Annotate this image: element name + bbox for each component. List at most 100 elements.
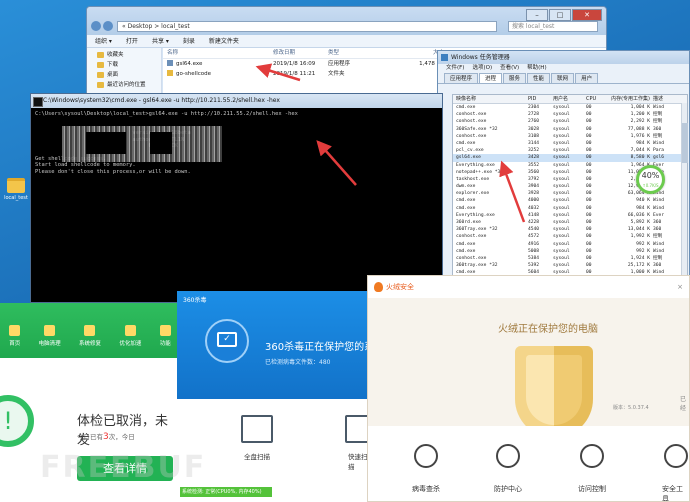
- process-cell: 4916: [528, 241, 540, 247]
- process-row[interactable]: cmd.exe 2304 sysoul 00 1,004 K Wind: [453, 104, 687, 111]
- process-cell: sysoul: [553, 263, 570, 269]
- tab-users[interactable]: 用户: [575, 73, 599, 83]
- process-row[interactable]: cmd.exe 3144 sysoul 00 984 K Wind: [453, 140, 687, 147]
- process-row[interactable]: conhost.exe 5384 sysoul 00 1,924 K 控制: [453, 255, 687, 262]
- toolbar-burn[interactable]: 刻录: [183, 35, 195, 47]
- sidebar-item-recent[interactable]: 最近访问的位置: [97, 80, 161, 90]
- process-cell: sysoul: [553, 112, 570, 118]
- full-scan-label[interactable]: 全盘扫描: [244, 451, 270, 461]
- virus-scan-icon[interactable]: [414, 444, 438, 468]
- nav-item-features[interactable]: 功能: [159, 325, 171, 358]
- column-image-name[interactable]: 映像名称: [453, 95, 528, 103]
- feature-security-tools[interactable]: 安全工具: [662, 484, 689, 501]
- sidebar-item-favorites[interactable]: 收藏夹: [97, 50, 161, 60]
- process-cell: 2,292 K: [630, 119, 650, 125]
- process-row[interactable]: conhost.exe 4572 sysoul 00 1,992 K 控制: [453, 233, 687, 240]
- full-scan-icon[interactable]: [241, 415, 273, 443]
- process-row[interactable]: cmd.exe 4916 sysoul 00 992 K Wind: [453, 241, 687, 248]
- pc-guard-nav: 首页 电脑清理 系统修复 优化加速 功能: [0, 303, 180, 358]
- sidebar-item-downloads[interactable]: 下载: [97, 60, 161, 70]
- tab-networking[interactable]: 联网: [551, 73, 575, 83]
- address-bar[interactable]: « Desktop > local_test: [117, 21, 497, 32]
- process-cell: 00: [586, 126, 592, 132]
- column-memory[interactable]: 内存(专用工作集): [601, 95, 653, 103]
- process-row[interactable]: Everything.exe 4148 sysoul 00 66,036 K Ever: [453, 212, 687, 219]
- tab-performance[interactable]: 性能: [527, 73, 551, 83]
- protection-center-icon[interactable]: [496, 444, 520, 468]
- nav-item-speedup[interactable]: 优化加速: [119, 325, 141, 358]
- process-cell: sysoul: [553, 255, 570, 261]
- feature-access-control[interactable]: 访问控制: [578, 484, 606, 494]
- process-cell: 4572: [528, 234, 540, 240]
- column-pid[interactable]: PID: [528, 95, 553, 103]
- process-cell: 3552: [528, 162, 540, 168]
- desktop-folder-icon[interactable]: local_test: [3, 178, 29, 201]
- process-cell: taskhost.exe: [456, 176, 490, 182]
- process-row[interactable]: 360rd.exe 4228 sysoul 00 5,892 K 360: [453, 219, 687, 226]
- process-cell: 5392: [528, 263, 540, 269]
- nav-item-clean[interactable]: 电脑清理: [39, 325, 61, 358]
- process-row[interactable]: pcl_cv.exe 3252 sysoul 00 7,044 K Para: [453, 147, 687, 154]
- menu-options[interactable]: 选项(O): [472, 64, 492, 73]
- toolbar-organize[interactable]: 组织 ▾: [95, 35, 112, 47]
- process-row[interactable]: gsl64.exe 3428 sysoul 00 8,580 Kgsl6: [453, 154, 687, 162]
- gauge-speed: ↑0.7K/S: [642, 183, 659, 188]
- close-button[interactable]: ✕: [572, 9, 602, 21]
- toolbar-share[interactable]: 共享 ▾: [152, 35, 169, 47]
- column-date[interactable]: 修改日期: [273, 48, 328, 58]
- feature-protection-center[interactable]: 防护中心: [494, 484, 522, 494]
- column-user[interactable]: 用户名: [553, 95, 586, 103]
- menu-file[interactable]: 文件(F): [446, 64, 464, 73]
- process-cell: 5,892 K: [630, 220, 650, 225]
- process-row[interactable]: 360tray.exe *32 5392 sysoul 00 25,172 K 360: [453, 262, 687, 269]
- menu-view[interactable]: 查看(V): [500, 64, 519, 73]
- menu-help[interactable]: 帮助(H): [527, 64, 546, 73]
- close-icon[interactable]: ×: [677, 276, 683, 298]
- nav-label: 电脑清理: [38, 341, 61, 347]
- process-scrollbar[interactable]: [681, 103, 688, 278]
- scrollbar-thumb[interactable]: [682, 123, 688, 163]
- explorer-titlebar: – □ ✕ « Desktop > local_test 搜索 local_te…: [87, 7, 606, 35]
- file-date: 2019/1/8 16:09: [273, 61, 316, 67]
- process-row[interactable]: cmd.exe 4032 sysoul 00 984 K Wind: [453, 205, 687, 212]
- maximize-button[interactable]: □: [549, 9, 571, 21]
- access-control-icon[interactable]: [580, 444, 604, 468]
- toolbar-open[interactable]: 打开: [126, 35, 138, 47]
- process-row[interactable]: 360Safe.exe *32 3028 sysoul 00 77,088 K 360: [453, 126, 687, 133]
- process-cell: 00: [586, 169, 592, 175]
- column-name[interactable]: 名称: [163, 48, 273, 58]
- process-row[interactable]: cmd.exe 5008 sysoul 00 992 K Wind: [453, 248, 687, 255]
- search-input[interactable]: 搜索 local_test: [508, 21, 598, 32]
- column-description[interactable]: 描述: [653, 95, 687, 103]
- security-tools-icon[interactable]: [664, 444, 688, 468]
- process-row[interactable]: 360Tray.exe *32 4540 sysoul 00 13,044 K 360: [453, 226, 687, 233]
- sidebar-item-desktop[interactable]: 桌面: [97, 70, 161, 80]
- process-cell: 00: [586, 140, 592, 146]
- back-icon[interactable]: [91, 21, 101, 31]
- process-row[interactable]: cmd.exe 4000 sysoul 00 940 K Wind: [453, 197, 687, 204]
- tab-processes[interactable]: 进程: [479, 73, 503, 83]
- column-type[interactable]: 类型: [328, 48, 388, 58]
- process-cell: 3428: [528, 155, 540, 161]
- process-cell: Everything.exe: [456, 162, 495, 168]
- network-gauge[interactable]: 40% ↑0.7K/S: [636, 165, 665, 194]
- toolbar-new-folder[interactable]: 新建文件夹: [209, 35, 239, 47]
- process-cell: sysoul: [553, 198, 570, 204]
- process-cell: 3144: [528, 140, 540, 146]
- nav-item-repair[interactable]: 系统修复: [79, 325, 101, 358]
- process-cell: sysoul: [553, 169, 570, 175]
- process-row[interactable]: conhost.exe 2760 sysoul 00 2,292 K 控制: [453, 118, 687, 125]
- process-cell: 1,976 K: [630, 133, 650, 139]
- process-row[interactable]: conhost.exe 3108 sysoul 00 1,976 K 控制: [453, 133, 687, 140]
- process-cell: 00: [586, 263, 592, 269]
- nav-item-home[interactable]: 首页: [9, 325, 20, 358]
- process-row[interactable]: conhost.exe 2728 sysoul 00 1,200 K 控制: [453, 111, 687, 118]
- file-type: 文件夹: [328, 71, 345, 77]
- forward-icon[interactable]: [103, 21, 113, 31]
- tab-applications[interactable]: 应用程序: [444, 73, 479, 83]
- process-cell: 984 K: [636, 205, 650, 211]
- tab-services[interactable]: 服务: [503, 73, 527, 83]
- feature-virus-scan[interactable]: 病毒查杀: [412, 484, 440, 494]
- minimize-button[interactable]: –: [526, 9, 548, 21]
- column-cpu[interactable]: CPU: [586, 95, 601, 103]
